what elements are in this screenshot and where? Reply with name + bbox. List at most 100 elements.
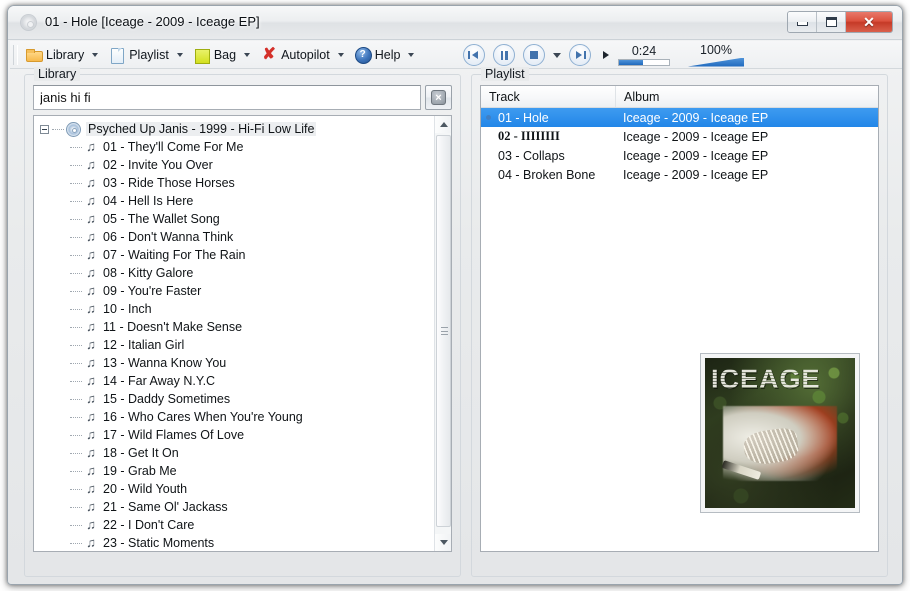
music-note-icon: ♫ <box>86 499 96 514</box>
collapse-icon[interactable] <box>40 124 49 134</box>
toolbar-item-autopilot[interactable]: ✘ Autopilot <box>257 44 351 66</box>
pause-button[interactable] <box>493 44 515 66</box>
scroll-down-button[interactable] <box>435 534 451 551</box>
scroll-up-button[interactable] <box>435 116 451 133</box>
tree-node-track[interactable]: ♫ 02 - Invite You Over <box>40 156 434 174</box>
cell-track: 01 - Hole <box>498 110 549 125</box>
tree-connector <box>70 218 82 220</box>
stop-dropdown-chevron-down-icon[interactable] <box>553 52 561 58</box>
music-note-icon: ♫ <box>86 157 96 172</box>
table-row[interactable]: 02 - IIIIIIII Iceage - 2009 - Iceage EP <box>481 127 878 146</box>
tree-connector <box>70 470 82 472</box>
volume-slider[interactable]: 100% <box>688 43 744 67</box>
tree-node-track[interactable]: ♫ 08 - Kitty Galore <box>40 264 434 282</box>
cell-track: 04 - Broken Bone <box>498 167 596 182</box>
column-header-album[interactable]: Album <box>616 86 878 107</box>
chevron-down-icon[interactable] <box>244 52 251 57</box>
play-icon[interactable] <box>603 51 609 59</box>
tree-connector <box>70 200 82 202</box>
tree-node-track[interactable]: ♫ 03 - Ride Those Horses <box>40 174 434 192</box>
tree-node-track[interactable]: ♫ 21 - Same Ol' Jackass <box>40 498 434 516</box>
cell-track: 02 - IIIIIIII <box>498 129 560 143</box>
volume-track[interactable] <box>688 57 744 67</box>
tree-node-track[interactable]: ♫ 22 - I Don't Care <box>40 516 434 534</box>
chevron-down-icon[interactable] <box>92 52 99 57</box>
tree-node-track[interactable]: ♫ 17 - Wild Flames Of Love <box>40 426 434 444</box>
tree-node-track[interactable]: ♫ 07 - Waiting For The Rain <box>40 246 434 264</box>
tree-node-label: 13 - Wanna Know You <box>103 356 227 370</box>
toolbar-label-help: Help <box>374 47 401 62</box>
tree-node-track[interactable]: ♫ 23 - Static Moments <box>40 534 434 551</box>
maximize-button[interactable] <box>817 12 846 32</box>
library-tree[interactable]: Psyched Up Janis - 1999 - Hi-Fi Low Life… <box>33 115 452 552</box>
tree-node-label: 11 - Doesn't Make Sense <box>103 320 243 334</box>
tree-node-track[interactable]: ♫ 18 - Get It On <box>40 444 434 462</box>
tree-node-track[interactable]: ♫ 16 - Who Cares When You're Young <box>40 408 434 426</box>
music-note-icon: ♫ <box>86 517 96 532</box>
tree-node-track[interactable]: ♫ 14 - Far Away N.Y.C <box>40 372 434 390</box>
toolbar-grip[interactable] <box>13 44 18 65</box>
tree-node-label: 07 - Waiting For The Rain <box>103 248 246 262</box>
tree-node-label: 22 - I Don't Care <box>103 518 195 532</box>
page-icon <box>109 47 125 64</box>
cell-album: Iceage - 2009 - Iceage EP <box>623 167 769 182</box>
next-button[interactable] <box>569 44 591 66</box>
maximize-icon <box>825 17 837 27</box>
music-note-icon: ♫ <box>86 409 96 424</box>
minimize-button[interactable] <box>788 12 817 32</box>
toolbar-item-playlist[interactable]: Playlist <box>105 44 190 66</box>
toolbar-item-library[interactable]: Library <box>22 44 105 66</box>
chevron-down-icon[interactable] <box>176 52 183 57</box>
tree-node-track[interactable]: ♫ 04 - Hell Is Here <box>40 192 434 210</box>
seek-track[interactable] <box>618 58 670 66</box>
tree-node-track[interactable]: ♫ 06 - Don't Wanna Think <box>40 228 434 246</box>
playlist-table[interactable]: Track Album 01 - Hole Iceage - 2009 - Ice… <box>480 85 879 552</box>
chevron-down-icon[interactable] <box>337 52 344 57</box>
volume-fill <box>688 57 744 67</box>
tree-connector <box>70 488 82 490</box>
tree-node-track[interactable]: ♫ 01 - They'll Come For Me <box>40 138 434 156</box>
table-row[interactable]: 01 - Hole Iceage - 2009 - Iceage EP <box>481 108 878 127</box>
table-row[interactable]: 04 - Broken Bone Iceage - 2009 - Iceage E… <box>481 165 878 184</box>
music-note-icon: ♫ <box>86 247 96 262</box>
clear-search-button[interactable]: × <box>425 85 452 110</box>
column-header-track[interactable]: Track <box>481 86 616 107</box>
toolbar-label-autopilot: Autopilot <box>281 47 330 62</box>
previous-button[interactable] <box>463 44 485 66</box>
tree-node-track[interactable]: ♫ 15 - Daddy Sometimes <box>40 390 434 408</box>
chevron-down-icon[interactable] <box>408 52 415 57</box>
music-note-icon: ♫ <box>86 427 96 442</box>
tree-connector <box>70 524 82 526</box>
table-row[interactable]: 03 - Collaps Iceage - 2009 - Iceage EP <box>481 146 878 165</box>
stop-button[interactable] <box>523 44 545 66</box>
tree-node-track[interactable]: ♫ 09 - You're Faster <box>40 282 434 300</box>
tree-node-track[interactable]: ♫ 12 - Italian Girl <box>40 336 434 354</box>
toolbar-item-bag[interactable]: Bag <box>190 44 257 66</box>
scrollbar-thumb[interactable] <box>436 135 451 527</box>
tree-node-album[interactable]: Psyched Up Janis - 1999 - Hi-Fi Low Life <box>40 120 434 138</box>
library-scrollbar[interactable] <box>434 116 451 551</box>
library-group: Library × Psyched Up Janis - 1999 - Hi-F… <box>24 67 461 577</box>
folder-icon <box>26 47 43 63</box>
tree-connector <box>70 326 82 328</box>
seek-slider[interactable]: 0:24 <box>618 44 670 66</box>
library-tree-viewport: Psyched Up Janis - 1999 - Hi-Fi Low Life… <box>34 116 434 551</box>
tree-connector <box>70 272 82 274</box>
playlist-group: Playlist Track Album 01 - Hole Iceage - 2… <box>471 67 888 577</box>
album-art-frame: ICEAGE <box>700 353 860 513</box>
window-title: 01 - Hole [Iceage - 2009 - Iceage EP] <box>45 14 260 29</box>
music-note-icon: ♫ <box>86 355 96 370</box>
next-icon <box>576 51 582 59</box>
playlist-rows: 01 - Hole Iceage - 2009 - Iceage EP 02 - I… <box>481 108 878 184</box>
close-button[interactable]: ✕ <box>846 12 892 32</box>
tree-node-track[interactable]: ♫ 20 - Wild Youth <box>40 480 434 498</box>
tree-node-label: 20 - Wild Youth <box>103 482 188 496</box>
tree-node-track[interactable]: ♫ 11 - Doesn't Make Sense <box>40 318 434 336</box>
tree-node-track[interactable]: ♫ 19 - Grab Me <box>40 462 434 480</box>
search-input[interactable] <box>33 85 421 110</box>
tree-connector <box>70 380 82 382</box>
tree-node-track[interactable]: ♫ 13 - Wanna Know You <box>40 354 434 372</box>
tree-node-track[interactable]: ♫ 05 - The Wallet Song <box>40 210 434 228</box>
toolbar-item-help[interactable]: Help <box>351 44 422 66</box>
tree-node-track[interactable]: ♫ 10 - Inch <box>40 300 434 318</box>
